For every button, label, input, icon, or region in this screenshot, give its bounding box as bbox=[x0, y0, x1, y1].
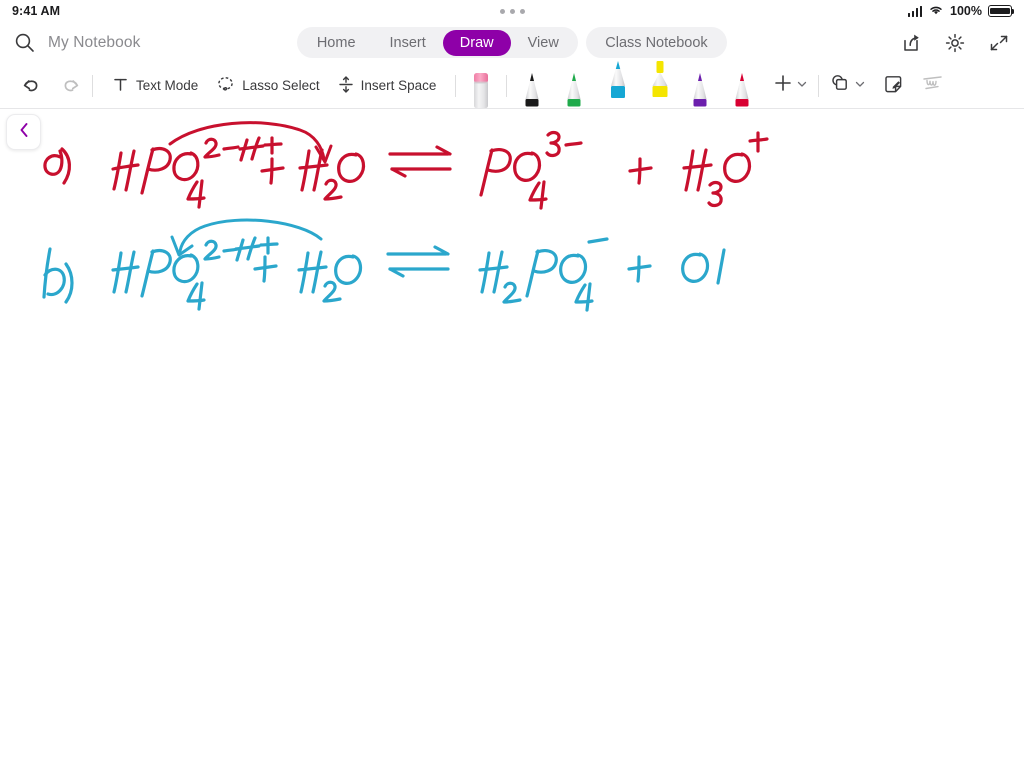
tab-class-notebook[interactable]: Class Notebook bbox=[586, 27, 727, 58]
eraser-group bbox=[466, 63, 496, 109]
eraser-tool[interactable] bbox=[466, 63, 496, 109]
notebook-title: My Notebook bbox=[48, 33, 141, 51]
tab-view[interactable]: View bbox=[511, 30, 576, 56]
shapes-icon bbox=[829, 72, 851, 99]
notebook-canvas[interactable] bbox=[0, 109, 1024, 768]
pen-cyan[interactable] bbox=[601, 60, 631, 109]
tab-home[interactable]: Home bbox=[300, 30, 373, 56]
ink-scribble-icon bbox=[921, 73, 945, 98]
toolbar-divider bbox=[455, 74, 457, 97]
ink-strokes-layer bbox=[0, 109, 1024, 768]
pen-red[interactable] bbox=[727, 63, 757, 109]
toolbar-divider bbox=[92, 74, 93, 97]
insert-space-icon bbox=[338, 75, 354, 97]
cellular-signal-icon bbox=[907, 5, 923, 17]
pen-black[interactable] bbox=[517, 63, 547, 109]
text-mode-label: Text Mode bbox=[136, 78, 199, 93]
wifi-icon bbox=[928, 4, 944, 19]
text-mode-icon bbox=[112, 76, 129, 96]
highlighter-yellow[interactable] bbox=[643, 60, 673, 109]
equation-b-ink bbox=[42, 218, 726, 312]
status-indicators: 100% bbox=[907, 4, 1015, 19]
plus-icon bbox=[773, 73, 793, 98]
text-mode-button[interactable]: Text Mode bbox=[103, 72, 207, 100]
note-with-pencil-icon bbox=[882, 73, 905, 99]
green-pen-icon bbox=[561, 69, 587, 109]
tab-draw[interactable]: Draw bbox=[442, 29, 511, 56]
lasso-select-label: Lasso Select bbox=[242, 78, 320, 93]
share-icon[interactable] bbox=[900, 32, 922, 54]
add-pen-button[interactable] bbox=[773, 73, 808, 98]
status-bar: 9:41 AM 100% bbox=[0, 0, 1024, 22]
toolbar-divider bbox=[818, 74, 820, 97]
chevron-down-icon bbox=[854, 77, 866, 95]
undo-icon[interactable] bbox=[20, 74, 43, 97]
lasso-select-button[interactable]: Lasso Select bbox=[207, 71, 328, 101]
battery-full-icon bbox=[988, 5, 1015, 17]
purple-pen-icon bbox=[687, 69, 713, 109]
cyan-pen-icon bbox=[603, 58, 629, 102]
ribbon-tabs: Home Insert Draw View Class Notebook bbox=[0, 27, 1024, 58]
tab-insert[interactable]: Insert bbox=[373, 30, 443, 56]
yellow-highlighter-icon bbox=[645, 58, 671, 102]
shapes-button[interactable] bbox=[829, 72, 866, 99]
gear-icon[interactable] bbox=[944, 32, 966, 54]
eraser-icon bbox=[468, 69, 494, 109]
red-pen-icon bbox=[729, 69, 755, 109]
status-time: 9:41 AM bbox=[12, 4, 61, 18]
ink-to-shape-button bbox=[921, 73, 945, 98]
chevron-down-icon bbox=[796, 77, 808, 95]
insert-space-button[interactable]: Insert Space bbox=[329, 71, 446, 101]
insert-space-label: Insert Space bbox=[360, 78, 437, 93]
draw-toolbar: Text Mode Lasso Select Insert Space bbox=[0, 60, 1024, 109]
black-pen-icon bbox=[519, 69, 545, 109]
search-icon[interactable] bbox=[14, 32, 35, 53]
top-navigation-bar: My Notebook Home Insert Draw View Class … bbox=[0, 22, 1024, 63]
handwritten-equations bbox=[42, 121, 769, 312]
battery-percent: 100% bbox=[950, 4, 982, 18]
ribbon-tab-group: Home Insert Draw View bbox=[297, 27, 579, 58]
lasso-select-icon bbox=[216, 75, 235, 97]
collapse-ribbon-icon[interactable] bbox=[988, 32, 1010, 54]
pen-purple[interactable] bbox=[685, 63, 715, 109]
equation-a-ink bbox=[43, 121, 769, 210]
toolbar-divider bbox=[506, 74, 508, 97]
pen-green[interactable] bbox=[559, 63, 589, 109]
multitask-dots-icon bbox=[0, 0, 1024, 22]
pen-palette bbox=[517, 60, 757, 109]
redo-icon bbox=[59, 74, 82, 97]
sticky-note-button[interactable] bbox=[882, 73, 905, 99]
